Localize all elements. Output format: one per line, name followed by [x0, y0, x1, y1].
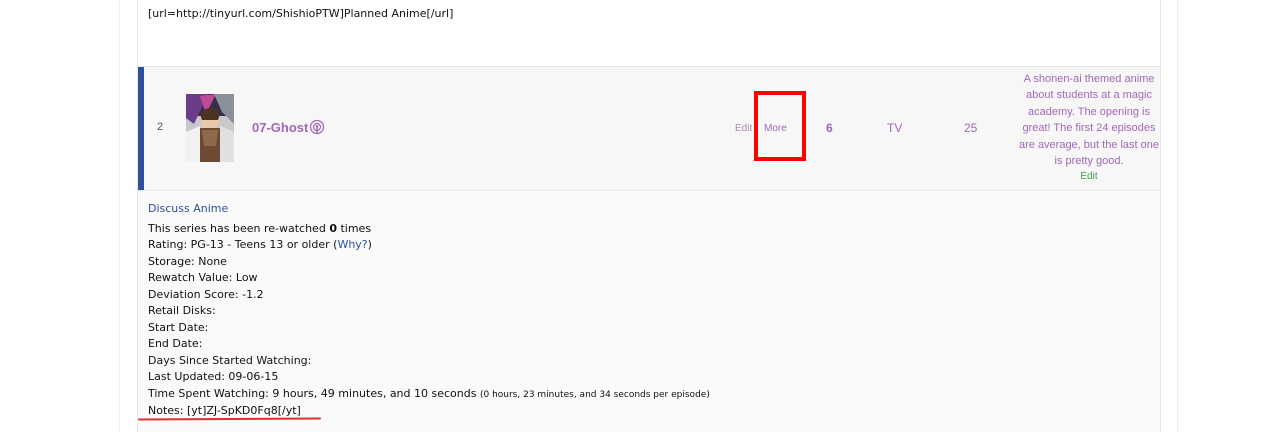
discuss-anime-label[interactable]: Discuss Anime — [148, 202, 228, 215]
rewatch-value-line: Rewatch Value: Low — [148, 271, 258, 284]
anime-thumbnail[interactable] — [186, 94, 234, 162]
page-guide-right — [1177, 0, 1178, 432]
rating-text: Rating: PG-13 - Teens 13 or older ( — [148, 238, 338, 251]
deviation-score-line: Deviation Score: -1.2 — [148, 288, 264, 301]
storage-line: Storage: None — [148, 255, 227, 268]
row-rank: 2 — [157, 121, 164, 133]
notes-underline-annotation — [137, 417, 322, 421]
time-per-episode: (0 hours, 23 minutes, and 34 seconds per… — [479, 390, 710, 400]
days-since-line: Days Since Started Watching: — [148, 354, 312, 367]
anime-list-row: 2 07-Ghost Edit - More 6 TV 25 A shonen-… — [138, 67, 1160, 191]
page-guide-left — [119, 0, 120, 432]
rewatch-suffix: times — [336, 222, 372, 235]
episodes-cell[interactable]: 25 — [964, 121, 977, 135]
more-details-panel: Discuss Anime This series has been re-wa… — [137, 191, 1160, 432]
start-date-line: Start Date: — [148, 321, 209, 334]
type-cell: TV — [887, 121, 903, 135]
rating-line: Rating: PG-13 - Teens 13 or older (Why?) — [148, 238, 372, 251]
anime-list-table: [url=http://tinyurl.com/ShishioPTW]Plann… — [137, 0, 1161, 432]
rewatch-count: 0 — [329, 222, 337, 235]
rewatch-prefix: This series has been re-watched — [148, 222, 330, 235]
retail-disks-line: Retail Disks: — [148, 304, 216, 317]
notes-line: Notes: [yt]ZJ-SpKD0Fq8[/yt] — [148, 404, 301, 417]
time-spent-line: Time Spent Watching: 9 hours, 49 minutes… — [148, 387, 710, 400]
status-accent-bar — [138, 67, 144, 190]
last-updated-line: Last Updated: 09-06-15 — [148, 370, 279, 383]
previous-row-notes: [url=http://tinyurl.com/ShishioPTW]Plann… — [148, 7, 454, 20]
anime-title-link[interactable]: 07-Ghost — [252, 120, 308, 135]
edit-entry-link[interactable]: Edit — [735, 123, 752, 134]
podcast-icon[interactable] — [309, 119, 325, 135]
rating-close: ) — [367, 238, 372, 251]
edit-tags-link[interactable]: Edit — [1016, 171, 1162, 182]
time-spent-text: Time Spent Watching: 9 hours, 49 minutes… — [148, 387, 477, 400]
highlight-annotation-box — [754, 91, 806, 161]
end-date-line: End Date: — [148, 337, 203, 350]
rewatch-count-line: This series has been re-watched 0 times — [148, 222, 371, 235]
why-rating-link[interactable]: Why? — [337, 238, 367, 251]
discuss-anime-link[interactable]: Discuss Anime — [148, 202, 228, 215]
anime-cover-image — [186, 94, 234, 162]
tags-comment: A shonen-ai themed anime about students … — [1018, 73, 1160, 168]
score-cell[interactable]: 6 — [826, 121, 833, 135]
